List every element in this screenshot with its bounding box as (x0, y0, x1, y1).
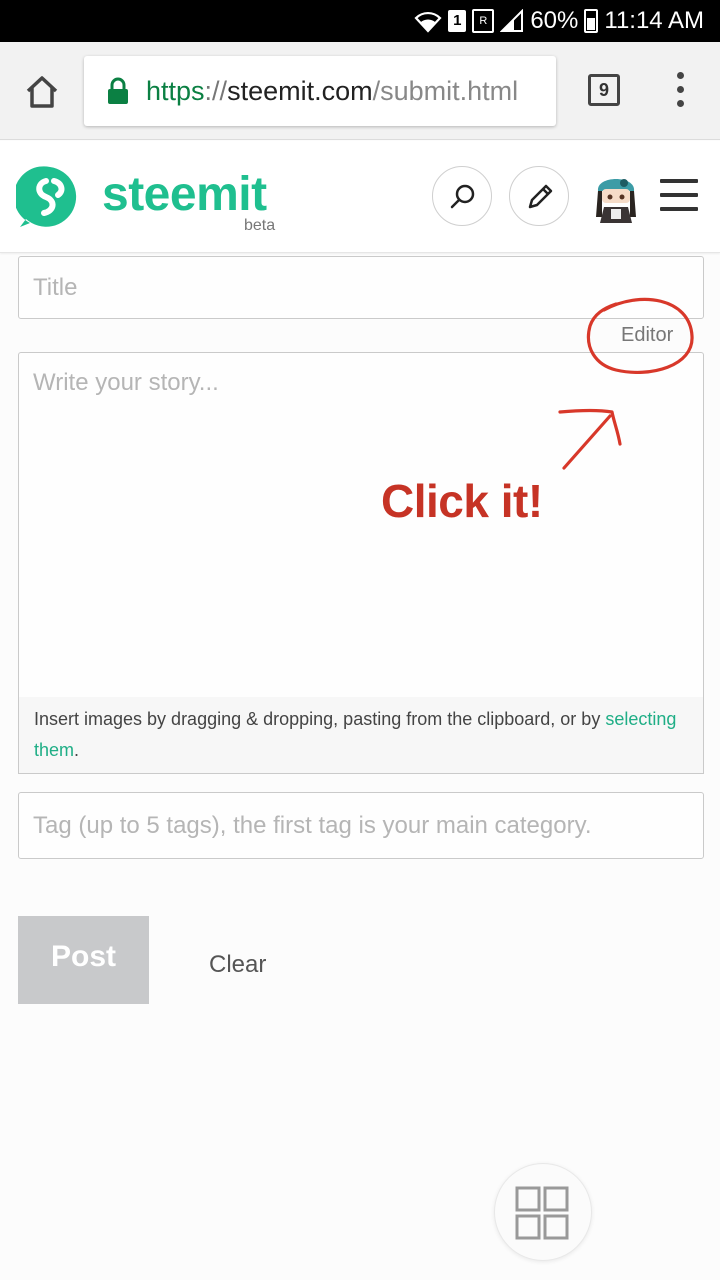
tabs-icon[interactable]: 9 (588, 74, 620, 106)
battery-icon (584, 9, 599, 33)
lock-icon (108, 77, 128, 104)
more-vert-icon[interactable] (672, 72, 688, 112)
grid-icon (515, 1186, 569, 1240)
status-icons: 1 R 60% 11:14 AM (414, 6, 704, 36)
image-upload-hint: Insert images by dragging & dropping, pa… (18, 697, 704, 774)
url-text: https://steemit.com/submit.html (146, 74, 518, 108)
status-bar: 1 R 60% 11:14 AM (0, 0, 720, 42)
submit-story-button[interactable] (509, 166, 569, 226)
avatar[interactable] (592, 167, 640, 225)
url-scheme: https (146, 76, 205, 106)
pencil-icon (528, 184, 553, 209)
story-textarea[interactable] (18, 352, 704, 698)
address-bar[interactable]: https://steemit.com/submit.html (84, 56, 556, 126)
tags-input[interactable] (18, 792, 704, 859)
home-icon[interactable] (22, 72, 62, 112)
sim-badge: 1 (448, 10, 467, 32)
wifi-icon (414, 11, 442, 33)
title-input[interactable] (18, 256, 704, 319)
post-button[interactable]: Post (18, 916, 149, 1004)
logo-beta: beta (244, 217, 276, 234)
editor-toggle-link[interactable]: Editor (621, 322, 673, 348)
url-separator: :// (204, 76, 228, 106)
search-icon (450, 184, 475, 209)
clear-button[interactable]: Clear (209, 950, 266, 980)
search-button[interactable] (432, 166, 492, 226)
steemit-logo-icon[interactable] (16, 163, 84, 231)
battery-percent: 60% (530, 7, 579, 34)
annotation-label: Click it! (381, 475, 543, 527)
network-icon: R (472, 9, 495, 33)
grid-menu-button[interactable] (494, 1163, 592, 1261)
clock: 11:14 AM (604, 7, 704, 34)
url-path: /submit.html (372, 76, 519, 106)
browser-toolbar: https://steemit.com/submit.html 9 (0, 42, 720, 140)
drop-hint-suffix: . (74, 740, 80, 760)
site-header: steemit beta (0, 141, 720, 253)
drop-hint-text: Insert images by dragging & dropping, pa… (34, 709, 606, 729)
url-host: steemit.com (227, 76, 373, 106)
signal-icon (500, 9, 524, 32)
hamburger-icon[interactable] (660, 179, 698, 213)
logo-text[interactable]: steemit (102, 167, 267, 223)
